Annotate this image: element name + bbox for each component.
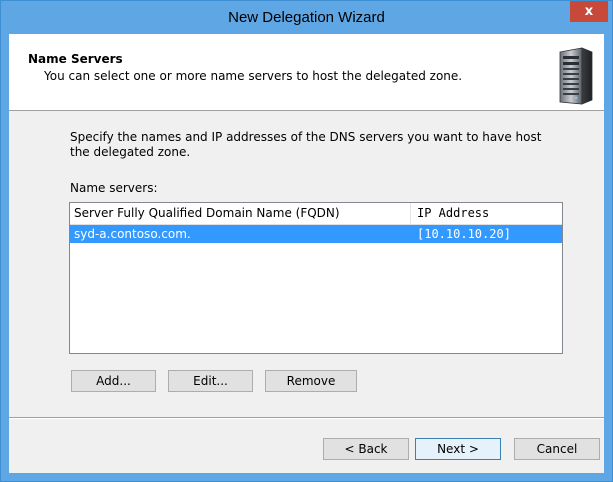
wizard-header: Name Servers You can select one or more … [9,34,604,111]
wizard-window: New Delegation Wizard x Name Servers You… [0,0,613,482]
list-header: Server Fully Qualified Domain Name (FQDN… [70,203,562,225]
page-subtitle: You can select one or more name servers … [44,69,463,83]
footer-divider-highlight [9,418,604,419]
add-button[interactable]: Add... [71,370,156,392]
server-tower-icon [559,47,593,105]
column-header-ip[interactable]: IP Address [411,203,562,224]
remove-button[interactable]: Remove [265,370,357,392]
edit-button[interactable]: Edit... [168,370,253,392]
name-servers-list[interactable]: Server Fully Qualified Domain Name (FQDN… [69,202,563,354]
page-title: Name Servers [28,52,123,66]
wizard-client-area: Name Servers You can select one or more … [9,34,604,473]
instructions-text: Specify the names and IP addresses of th… [70,130,542,159]
row-ip-address: [10.10.10.20] [417,227,511,241]
column-header-fqdn[interactable]: Server Fully Qualified Domain Name (FQDN… [70,203,411,224]
name-servers-label: Name servers: [70,181,158,195]
window-title: New Delegation Wizard [228,9,385,26]
back-button[interactable]: < Back [323,438,409,460]
close-button[interactable]: x [570,1,608,22]
row-fqdn: syd-a.contoso.com. [74,227,191,241]
next-button[interactable]: Next > [415,438,501,460]
title-bar[interactable]: New Delegation Wizard x [1,1,612,34]
list-row-selected[interactable]: syd-a.contoso.com. [10.10.10.20] [70,225,562,243]
cancel-button[interactable]: Cancel [514,438,600,460]
